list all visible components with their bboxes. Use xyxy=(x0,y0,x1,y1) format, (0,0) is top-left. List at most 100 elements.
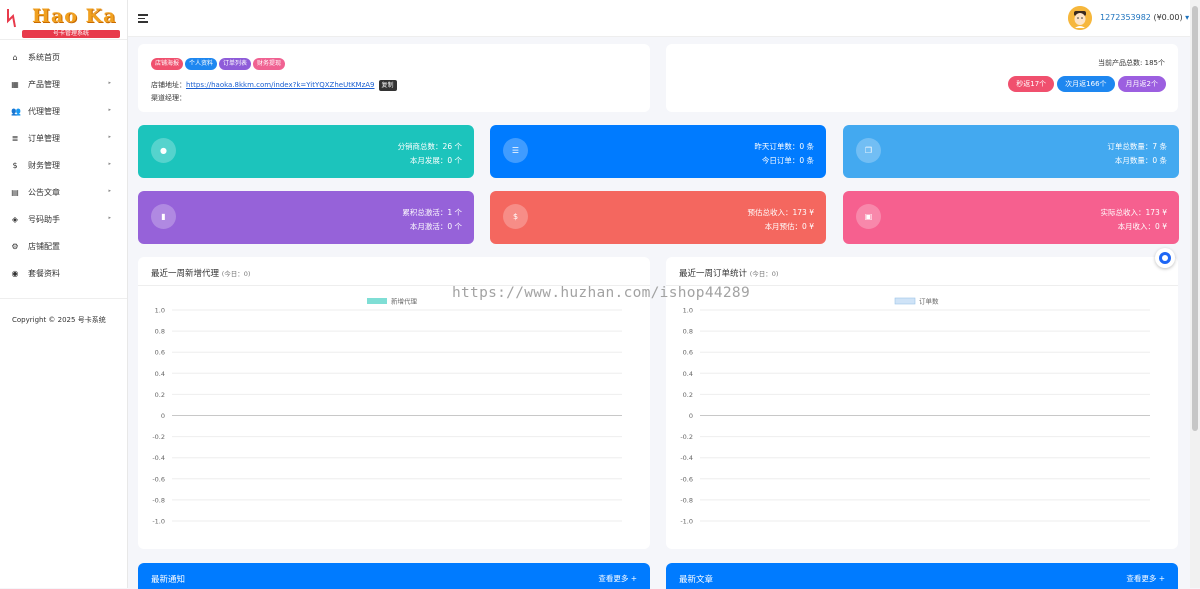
article-title: 最新文章 xyxy=(679,575,714,585)
legend-swatch[interactable] xyxy=(367,298,387,304)
y-tick-label: -0.6 xyxy=(680,475,693,483)
y-tick-label: 0.6 xyxy=(683,349,693,357)
stat-secondary: 本月数量：0 条 xyxy=(1114,156,1167,165)
stat-primary: 订单总数量：7 条 xyxy=(1107,142,1167,151)
divider xyxy=(0,298,127,299)
legend-label[interactable]: 新增代理 xyxy=(391,297,418,306)
sidebar-nav: ⌂ 系统首页 ▦ 产品管理 ▸ 👥 代理管理 ▸ ≣ 订单管理 ▸ $ 财务管理 ▸ ▤ 公告文章 ▸ ◈ 号码助手… xyxy=(0,44,127,287)
sidebar-item-label: 订单管理 xyxy=(28,134,60,143)
shop-tag[interactable]: 订单列表 xyxy=(219,58,252,70)
article-panel-header: 最新文章 查看更多 + xyxy=(666,563,1178,589)
copy-button[interactable]: 复制 xyxy=(378,80,397,91)
legend-swatch[interactable] xyxy=(894,297,916,305)
list-icon: ☰ xyxy=(503,138,528,163)
sidebar-item[interactable]: $ 财务管理 ▸ xyxy=(0,152,127,179)
shop-card: 店铺海报 个人资料 订单列表 财务提现 店铺地址：https://haoka.8kkm… xyxy=(138,44,650,112)
sidebar-item[interactable]: ≣ 订单管理 ▸ xyxy=(0,125,127,152)
sidebar-item[interactable]: 👥 代理管理 ▸ xyxy=(0,98,127,125)
stat-secondary: 本月收入：0 ¥ xyxy=(1117,222,1167,231)
users-icon: 👥 xyxy=(11,106,21,116)
y-tick-label: 0.2 xyxy=(683,391,693,399)
sidebar-item-label: 系统首页 xyxy=(28,53,60,62)
shop-tag[interactable]: 财务提现 xyxy=(253,58,286,70)
sidebar-item-label: 公告文章 xyxy=(28,188,60,197)
sidebar-item[interactable]: ◈ 号码助手 ▸ xyxy=(0,206,127,233)
stat-card: $ 预估总收入：173 ¥ 本月预估：0 ¥ xyxy=(490,191,826,244)
product-pill[interactable]: 次月返166个 xyxy=(1057,76,1115,92)
article-more-link[interactable]: 查看更多 + xyxy=(1126,573,1165,584)
chevron-right-icon: ▸ xyxy=(108,134,111,140)
stat-secondary: 本月预估：0 ¥ xyxy=(764,222,814,231)
notice-more-link[interactable]: 查看更多 + xyxy=(598,573,637,584)
newspaper-icon: ▤ xyxy=(11,187,19,197)
stat-primary: 分销商总数：26 个 xyxy=(397,142,462,151)
logo-brand: Hao Ka xyxy=(32,5,117,27)
chat-float-button[interactable] xyxy=(1155,248,1175,268)
scrollbar-thumb[interactable] xyxy=(1192,6,1198,431)
shop-tag[interactable]: 个人资料 xyxy=(185,58,218,70)
sidebar-item[interactable]: ▦ 产品管理 ▸ xyxy=(0,71,127,98)
avatar-face-icon xyxy=(1068,6,1092,30)
stat-primary: 累积总激活：1 个 xyxy=(402,208,462,217)
sidebar: Hao Ka 号卡管理系统 ⌂ 系统首页 ▦ 产品管理 ▸ 👥 代理管理 ▸ ≣ 订单管理 ▸ $ 财务… xyxy=(0,0,128,588)
avatar[interactable] xyxy=(1068,6,1092,30)
sidebar-item[interactable]: ⌂ 系统首页 xyxy=(0,44,127,71)
dollar-icon: $ xyxy=(503,204,528,229)
menu-toggle-icon[interactable] xyxy=(138,14,148,23)
product-pill[interactable]: 月月返2个 xyxy=(1117,76,1166,92)
username: 1272353982 xyxy=(1100,13,1151,22)
stat-primary: 昨天订单数：0 条 xyxy=(754,142,814,151)
chevron-right-icon: ▸ xyxy=(108,188,111,194)
shop-url-link[interactable]: https://haoka.8kkm.com/index?k=YitYQXZhe… xyxy=(186,81,375,89)
user-menu[interactable]: 1272353982 (¥0.00) ▾ xyxy=(1100,13,1189,22)
copyright: Copyright © 2025 号卡系统 xyxy=(12,316,106,324)
sidebar-item-label: 套餐资料 xyxy=(28,269,60,278)
sidebar-item[interactable]: ⚙ 店铺配置 xyxy=(0,233,127,260)
y-tick-label: 0.2 xyxy=(155,391,165,399)
scrollbar[interactable] xyxy=(1190,0,1200,588)
chevron-right-icon: ▸ xyxy=(108,80,111,86)
grid-icon: ▦ xyxy=(11,79,19,89)
user-cog-icon: ⚙ xyxy=(11,241,19,251)
logo[interactable]: Hao Ka 号卡管理系统 xyxy=(0,0,127,40)
sidebar-item[interactable]: ▤ 公告文章 ▸ xyxy=(0,179,127,206)
sidebar-item-label: 产品管理 xyxy=(28,80,60,89)
stat-card: ❐ 订单总数量：7 条本月数量：0 条 xyxy=(843,125,1179,178)
compass-icon: ◉ xyxy=(11,268,19,278)
stat-primary: 预估总收入：173 ¥ xyxy=(747,208,814,217)
chevron-right-icon: ▸ xyxy=(108,107,111,113)
home-icon: ⌂ xyxy=(12,52,18,62)
y-tick-label: -0.8 xyxy=(680,496,693,504)
topbar: 1272353982 (¥0.00) ▾ xyxy=(128,0,1190,37)
stat-card: ▮ 累积总激活：1 个本月激活：0 个 xyxy=(138,191,474,244)
stat-secondary: 本月发展：0 个 xyxy=(409,156,462,165)
product-card: 当前产品总数: 185个 秒返17个 次月返166个 月月返2个 xyxy=(666,44,1178,112)
stat-card: ☰ 昨天订单数：0 条今日订单：0 条 xyxy=(490,125,826,178)
shop-tag[interactable]: 店铺海报 xyxy=(151,58,184,70)
stat-card: ▣ 实际总收入：173 ¥ 本月收入：0 ¥ xyxy=(843,191,1179,244)
shop-tags: 店铺海报 个人资料 订单列表 财务提现 xyxy=(151,58,287,70)
book-icon: ▮ xyxy=(151,204,176,229)
chevron-right-icon: ▸ xyxy=(108,161,111,167)
manager-label: 渠道经理： xyxy=(151,94,186,102)
sidebar-item[interactable]: ◉ 套餐资料 xyxy=(0,260,127,287)
y-tick-label: 0.8 xyxy=(155,328,165,336)
shield-icon: ◈ xyxy=(11,214,19,224)
lightning-logo-icon xyxy=(7,9,16,28)
sidebar-item-label: 财务管理 xyxy=(28,161,60,170)
y-tick-label: -1.0 xyxy=(152,518,165,526)
y-tick-label: 0.4 xyxy=(683,370,693,378)
y-tick-label: 0.4 xyxy=(155,370,165,378)
legend-label[interactable]: 订单数 xyxy=(919,297,939,306)
product-pill[interactable]: 秒返17个 xyxy=(1008,76,1055,92)
product-total: 当前产品总数: 185个 xyxy=(1098,59,1165,67)
stat-card: ● 分销商总数：26 个本月发展：0 个 xyxy=(138,125,474,178)
sidebar-item-label: 代理管理 xyxy=(28,107,60,116)
notice-panel-header: 最新通知 查看更多 + xyxy=(138,563,650,589)
chevron-right-icon: ▸ xyxy=(108,215,111,221)
cards-icon: ▣ xyxy=(856,204,881,229)
balance: (¥0.00) xyxy=(1153,13,1183,22)
y-tick-label: 1.0 xyxy=(683,307,693,315)
stat-secondary: 本月激活：0 个 xyxy=(409,222,462,231)
y-tick-label: -0.2 xyxy=(152,433,165,441)
